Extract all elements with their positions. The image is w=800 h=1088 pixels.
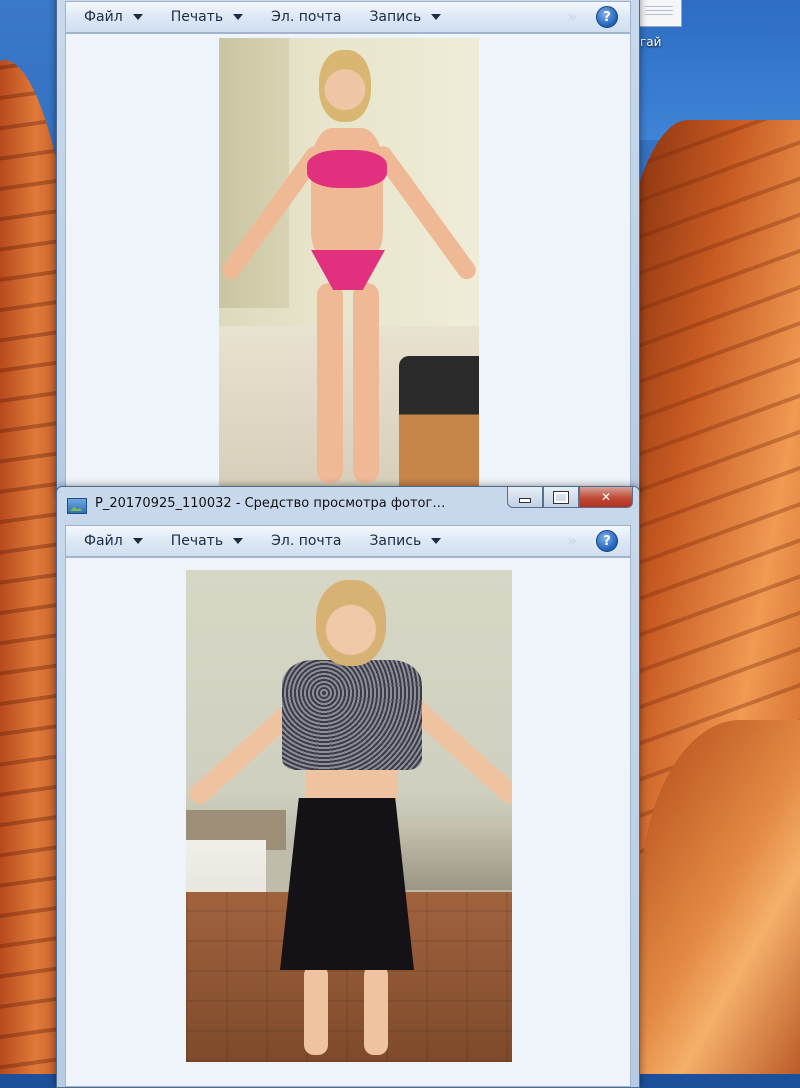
email-button-label: Эл. почта: [271, 533, 342, 549]
window-controls: ✕: [507, 487, 633, 508]
viewer-toolbar: Файл Печать Эл. почта Запись » ?: [65, 525, 631, 557]
chevron-down-icon: [233, 14, 244, 20]
file-menu[interactable]: Файл: [66, 533, 153, 549]
displayed-photo: [219, 38, 479, 486]
viewer-toolbar: Файл Печать Эл. почта Запись » ?: [65, 1, 631, 33]
photo-display-area: [65, 557, 631, 1087]
chevron-down-icon: [431, 14, 442, 20]
chevron-down-icon: [431, 538, 442, 544]
file-menu[interactable]: Файл: [66, 9, 153, 25]
person-leg: [353, 283, 379, 483]
chevron-down-icon: [132, 538, 143, 544]
chevron-down-icon: [132, 14, 143, 20]
photo-shelf: [392, 820, 512, 890]
burn-menu[interactable]: Запись: [351, 533, 451, 549]
print-menu-label: Печать: [170, 533, 224, 549]
person-skirt: [280, 798, 414, 970]
overflow-chevron-icon[interactable]: »: [567, 7, 577, 26]
print-menu[interactable]: Печать: [153, 533, 253, 549]
minimize-button[interactable]: [507, 487, 543, 508]
help-icon[interactable]: ?: [596, 6, 618, 28]
close-button[interactable]: ✕: [579, 487, 633, 508]
person-leg: [364, 965, 388, 1055]
swimsuit-top: [307, 150, 387, 188]
person-leg: [317, 283, 343, 483]
photo-display-area: [65, 33, 631, 493]
photo-viewer-app-icon[interactable]: [67, 498, 87, 514]
burn-menu-label: Запись: [369, 9, 422, 25]
chevron-down-icon: [233, 538, 244, 544]
file-menu-label: Файл: [84, 9, 123, 25]
person-torso: [311, 128, 383, 258]
maximize-icon: [553, 490, 569, 504]
person-head: [319, 50, 371, 122]
close-icon: ✕: [600, 490, 612, 504]
help-icon[interactable]: ?: [596, 530, 618, 552]
desktop-icon-label[interactable]: гай: [640, 35, 661, 49]
window-titlebar[interactable]: P_20170925_110032 - Средство просмотра ф…: [57, 487, 639, 523]
maximize-button[interactable]: [543, 487, 579, 508]
email-button-label: Эл. почта: [271, 9, 342, 25]
photo-viewer-window-2: P_20170925_110032 - Средство просмотра ф…: [56, 486, 640, 1088]
person-head: [316, 580, 386, 666]
file-menu-label: Файл: [84, 533, 123, 549]
person-leg: [304, 965, 328, 1055]
email-button[interactable]: Эл. почта: [253, 9, 351, 25]
desktop-document-icon[interactable]: [636, 0, 682, 27]
displayed-photo: [186, 570, 512, 1062]
person-shirt: [282, 660, 422, 770]
print-menu-label: Печать: [170, 9, 224, 25]
window-title: P_20170925_110032 - Средство просмотра ф…: [95, 496, 446, 511]
burn-menu[interactable]: Запись: [351, 9, 451, 25]
minimize-icon: [519, 497, 531, 503]
photo-chair: [399, 356, 479, 486]
print-menu[interactable]: Печать: [153, 9, 253, 25]
burn-menu-label: Запись: [369, 533, 422, 549]
photo-viewer-window-1: Файл Печать Эл. почта Запись » ?: [56, 0, 640, 494]
overflow-chevron-icon[interactable]: »: [567, 531, 577, 550]
email-button[interactable]: Эл. почта: [253, 533, 351, 549]
